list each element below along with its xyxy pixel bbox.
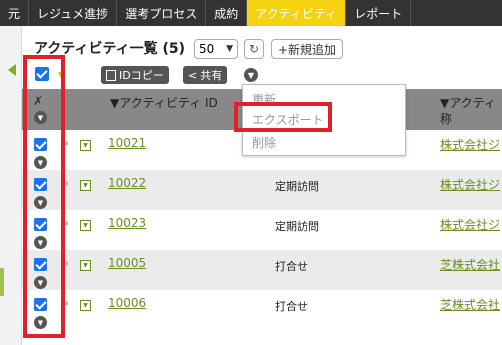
company-link[interactable]: 株式会社ジ [440,136,500,153]
per-page-select[interactable]: 50 ▼ [194,39,238,59]
share-button[interactable]: < 共有 [183,66,228,84]
activity-type: 定期訪問 [275,180,319,193]
share-label: 共有 [200,69,223,82]
more-actions-icon[interactable]: ▼ [244,68,258,82]
expand-icon[interactable]: ▼ [80,220,91,231]
activity-id-link[interactable]: 10006 [108,296,146,310]
activity-id-link[interactable]: 10022 [108,176,146,190]
activity-type: 打合せ [275,260,308,273]
activity-type: 打合せ [275,300,308,313]
left-rail [0,26,22,345]
refresh-icon: ↻ [248,42,260,56]
rail-indicator [0,268,4,296]
header-activity-id[interactable]: ▼アクティビティ ID [110,94,218,111]
expand-icon[interactable]: ▼ [80,260,91,271]
nav-item-resume-progress[interactable]: レジュメ進捗 [29,0,118,26]
collapse-arrow-icon[interactable] [8,64,16,76]
chevron-down-icon: ▼ [226,44,233,54]
table-row: ▼ ⚑ ▼ 10006 打合せ 芝株式会社 [22,290,502,330]
company-link[interactable]: 株式会社ジ [440,176,500,193]
company-link[interactable]: 株式会社ジ [440,216,500,233]
copy-icon [106,69,116,81]
nav-item-activity[interactable]: アクティビティ [247,0,347,26]
per-page-value: 50 [199,42,215,56]
menu-item-delete[interactable]: 削除 [252,134,276,151]
nav-item-contract[interactable]: 成約 [206,0,248,26]
expand-icon[interactable]: ▼ [80,180,91,191]
company-link[interactable]: 芝株式会社 [440,296,500,313]
table-row: ▼ ⚑ ▼ 10022 定期訪問 株式会社ジ [22,170,502,210]
id-copy-label: IDコピー [119,69,164,82]
nav-item-selection-process[interactable]: 選考プロセス [117,0,207,26]
top-nav: 元 レジュメ進捗 選考プロセス 成約 アクティビティ レポート [0,0,502,26]
nav-item-partial[interactable]: 元 [0,0,30,26]
share-icon: < [188,68,198,82]
activity-id-link[interactable]: 10021 [108,136,146,150]
header-activity-company[interactable]: ▼アクティ [440,94,496,111]
company-link[interactable]: 芝株式会社 [440,256,500,273]
new-add-button[interactable]: +新規追加 [271,39,344,59]
export-highlight-box [234,102,332,132]
header-name-suffix: 称 [440,112,453,126]
id-copy-button[interactable]: IDコピー [101,66,169,84]
refresh-button[interactable]: ↻ [244,39,264,59]
activity-type: 定期訪問 [275,220,319,233]
activity-id-link[interactable]: 10023 [108,216,146,230]
nav-item-report[interactable]: レポート [346,0,412,26]
table-row: ▼ ⚑ ▼ 10023 定期訪問 株式会社ジ [22,210,502,250]
activity-id-link[interactable]: 10005 [108,256,146,270]
table-row: ▼ ⚑ ▼ 10005 打合せ 芝株式会社 [22,250,502,290]
expand-icon[interactable]: ▼ [80,140,91,151]
expand-icon[interactable]: ▼ [80,300,91,311]
checkbox-column-highlight-box [23,55,65,338]
